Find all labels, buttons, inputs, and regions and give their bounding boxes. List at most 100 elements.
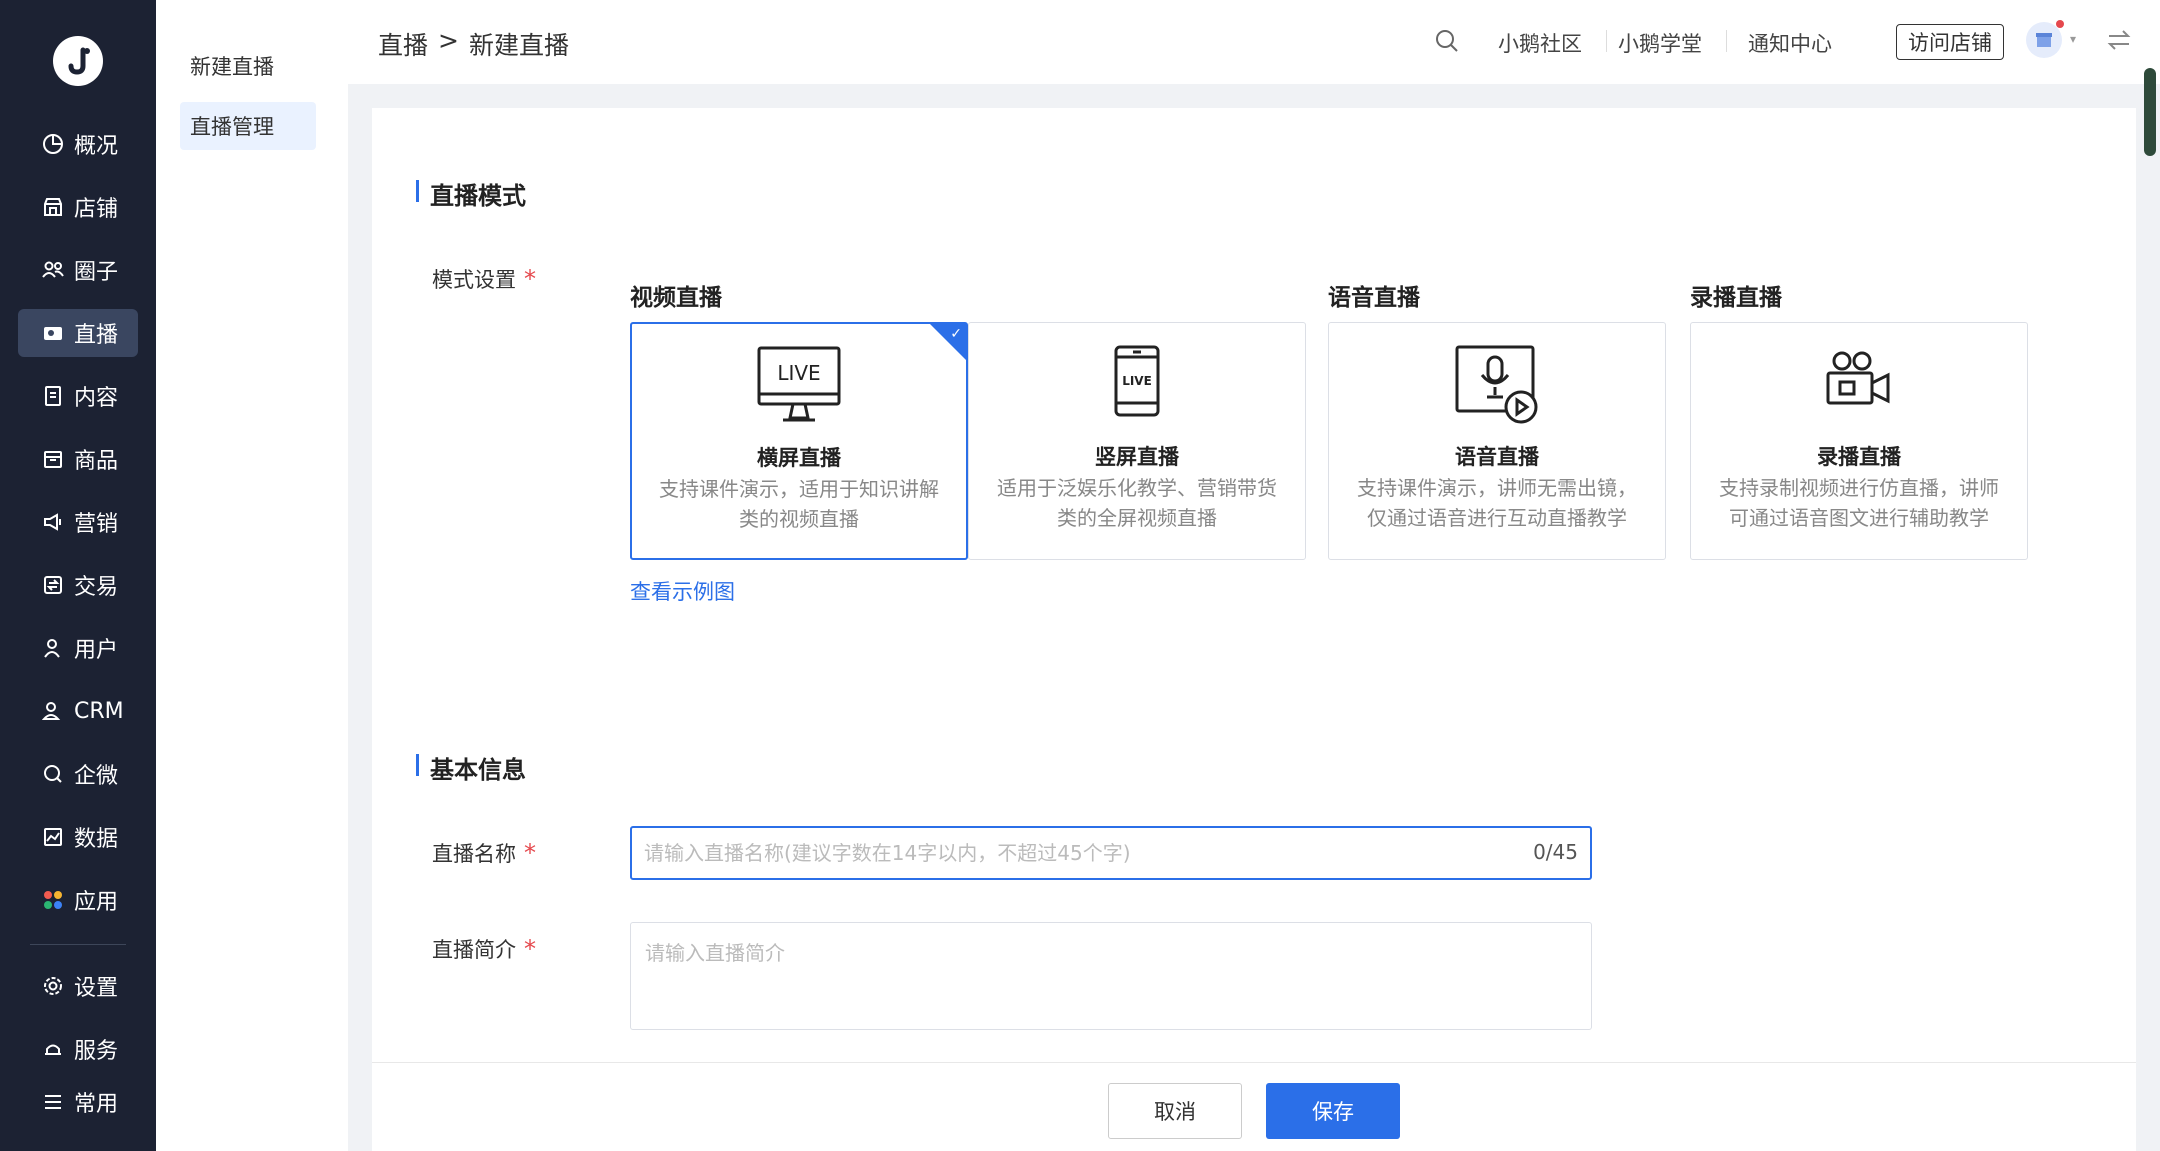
field-label-live-intro: 直播简介 * xyxy=(432,934,536,964)
live-name-input[interactable] xyxy=(644,828,1504,878)
rail-item-store[interactable]: 店铺 xyxy=(18,183,138,231)
form-footer: 取消 保存 xyxy=(372,1062,2136,1151)
rail-item-label: 圈子 xyxy=(74,260,119,285)
rail-item-data[interactable]: 数据 xyxy=(18,813,138,861)
field-label-text: 模式设置 xyxy=(432,268,516,292)
top-header: 直播 > 新建直播 小鹅社区 小鹅学堂 通知中心 访问店铺 ▾ xyxy=(348,0,2160,84)
breadcrumb-current: 新建直播 xyxy=(468,31,569,60)
rail-item-label: 数据 xyxy=(74,827,119,852)
header-link-academy[interactable]: 小鹅学堂 xyxy=(1618,28,1702,58)
rail-item-service[interactable]: 服务 xyxy=(18,1025,138,1073)
main-nav-rail: 概况 店铺 圈子 直播 内容 商品 营销 交易 用户 CRM 企微 数据 应用 … xyxy=(0,0,156,1151)
mode-card-landscape[interactable]: ✓ LIVE 横屏直播 支持课件演示，适用于知识讲解类的视频直播 xyxy=(630,322,968,560)
rail-item-users[interactable]: 用户 xyxy=(18,624,138,672)
rail-item-label: 常用 xyxy=(74,1092,119,1117)
transaction-icon xyxy=(40,572,66,598)
video-camera-icon xyxy=(1691,345,2027,431)
rail-item-label: 应用 xyxy=(74,890,119,915)
rail-item-transaction[interactable]: 交易 xyxy=(18,561,138,609)
section-title-basic-info: 基本信息 xyxy=(416,750,526,785)
live-submenu: 新建直播 直播管理 xyxy=(156,0,348,1151)
rail-item-label: CRM xyxy=(74,698,124,724)
rail-item-settings[interactable]: 设置 xyxy=(18,962,138,1010)
rail-item-crm[interactable]: CRM xyxy=(18,687,138,735)
list-icon xyxy=(40,1089,66,1115)
save-button[interactable]: 保存 xyxy=(1266,1083,1400,1139)
rail-item-live[interactable]: 直播 xyxy=(18,309,138,357)
store-icon xyxy=(40,194,66,220)
phone-live-icon: LIVE xyxy=(969,345,1305,431)
mode-card-desc: 支持录制视频进行仿直播，讲师可通过语音图文进行辅助教学 xyxy=(1719,476,1999,530)
rail-item-community[interactable]: 圈子 xyxy=(18,246,138,294)
field-label-live-name: 直播名称 * xyxy=(432,838,536,868)
service-icon xyxy=(40,1036,66,1062)
submenu-item-new-live[interactable]: 新建直播 xyxy=(180,42,316,90)
community-icon xyxy=(40,257,66,283)
submenu-item-live-manage[interactable]: 直播管理 xyxy=(180,102,316,150)
header-link-notifications[interactable]: 通知中心 xyxy=(1748,28,1832,58)
breadcrumb: 直播 > 新建直播 xyxy=(378,26,569,62)
rail-item-favorites[interactable]: 常用 xyxy=(18,1078,138,1126)
megaphone-icon xyxy=(40,509,66,535)
rail-item-label: 营销 xyxy=(74,512,119,537)
app-logo[interactable] xyxy=(53,36,103,86)
rail-divider xyxy=(30,944,126,945)
live-intro-textarea[interactable] xyxy=(645,937,1575,1017)
rail-item-label: 概况 xyxy=(74,134,119,159)
svg-text:LIVE: LIVE xyxy=(777,361,820,385)
gear-icon xyxy=(40,973,66,999)
rail-item-wecom[interactable]: 企微 xyxy=(18,750,138,798)
search-icon[interactable] xyxy=(1434,28,1460,58)
mode-card-recorded[interactable]: 录播直播 支持录制视频进行仿直播，讲师可通过语音图文进行辅助教学 xyxy=(1690,322,2028,560)
microphone-screen-icon xyxy=(1329,345,1665,431)
group-title-video: 视频直播 xyxy=(630,285,722,311)
visit-store-button[interactable]: 访问店铺 xyxy=(1896,24,2004,60)
mode-card-portrait[interactable]: LIVE 竖屏直播 适用于泛娱乐化教学、营销带货类的全屏视频直播 xyxy=(968,322,1306,560)
rail-item-label: 直播 xyxy=(74,323,119,348)
mode-card-name: 横屏直播 xyxy=(757,446,841,470)
char-counter: 0/45 xyxy=(1533,840,1578,864)
user-icon xyxy=(40,635,66,661)
header-separator xyxy=(1606,30,1607,52)
apps-icon xyxy=(40,887,66,913)
required-mark: * xyxy=(524,839,536,867)
rail-item-overview[interactable]: 概况 xyxy=(18,120,138,168)
chevron-down-icon[interactable]: ▾ xyxy=(2070,32,2076,46)
header-link-community[interactable]: 小鹅社区 xyxy=(1498,28,1582,58)
rail-item-label: 用户 xyxy=(74,638,119,663)
group-title-audio: 语音直播 xyxy=(1328,285,1420,311)
live-name-field: 0/45 xyxy=(630,826,1592,880)
cancel-button[interactable]: 取消 xyxy=(1108,1083,1242,1139)
field-label-text: 直播简介 xyxy=(432,938,516,962)
breadcrumb-parent[interactable]: 直播 xyxy=(378,26,428,62)
rail-item-label: 店铺 xyxy=(74,197,119,222)
mode-card-audio[interactable]: 语音直播 支持课件演示，讲师无需出镜，仅通过语音进行互动直播教学 xyxy=(1328,322,1666,560)
breadcrumb-separator: > xyxy=(438,26,459,55)
field-label-mode: 模式设置 * xyxy=(432,264,536,294)
main-panel: 直播模式 模式设置 * 视频直播 语音直播 录播直播 ✓ LIVE 横屏直播 支持… xyxy=(372,108,2136,1151)
wecom-icon xyxy=(40,761,66,787)
view-example-link[interactable]: 查看示例图 xyxy=(630,576,735,606)
mode-card-name: 竖屏直播 xyxy=(1095,445,1179,469)
rail-item-apps[interactable]: 应用 xyxy=(18,876,138,924)
rail-item-marketing[interactable]: 营销 xyxy=(18,498,138,546)
rail-item-label: 商品 xyxy=(74,449,119,474)
rail-item-goods[interactable]: 商品 xyxy=(18,435,138,483)
store-avatar[interactable] xyxy=(2026,22,2062,58)
live-camera-icon xyxy=(40,320,66,346)
required-mark: * xyxy=(524,935,536,963)
svg-text:LIVE: LIVE xyxy=(1122,374,1152,388)
notification-dot xyxy=(2056,20,2064,28)
vertical-scrollbar[interactable] xyxy=(2144,68,2156,156)
mode-card-name: 录播直播 xyxy=(1817,445,1901,469)
section-title-live-mode: 直播模式 xyxy=(416,176,526,211)
pie-chart-icon xyxy=(40,131,66,157)
mode-card-desc: 支持课件演示，讲师无需出镜，仅通过语音进行互动直播教学 xyxy=(1357,476,1637,530)
header-separator xyxy=(1726,30,1727,52)
switch-icon[interactable] xyxy=(2106,28,2132,56)
rail-item-label: 内容 xyxy=(74,386,119,411)
field-label-text: 直播名称 xyxy=(432,842,516,866)
rail-item-label: 服务 xyxy=(74,1039,119,1064)
rail-item-label: 设置 xyxy=(74,976,119,1001)
rail-item-content[interactable]: 内容 xyxy=(18,372,138,420)
